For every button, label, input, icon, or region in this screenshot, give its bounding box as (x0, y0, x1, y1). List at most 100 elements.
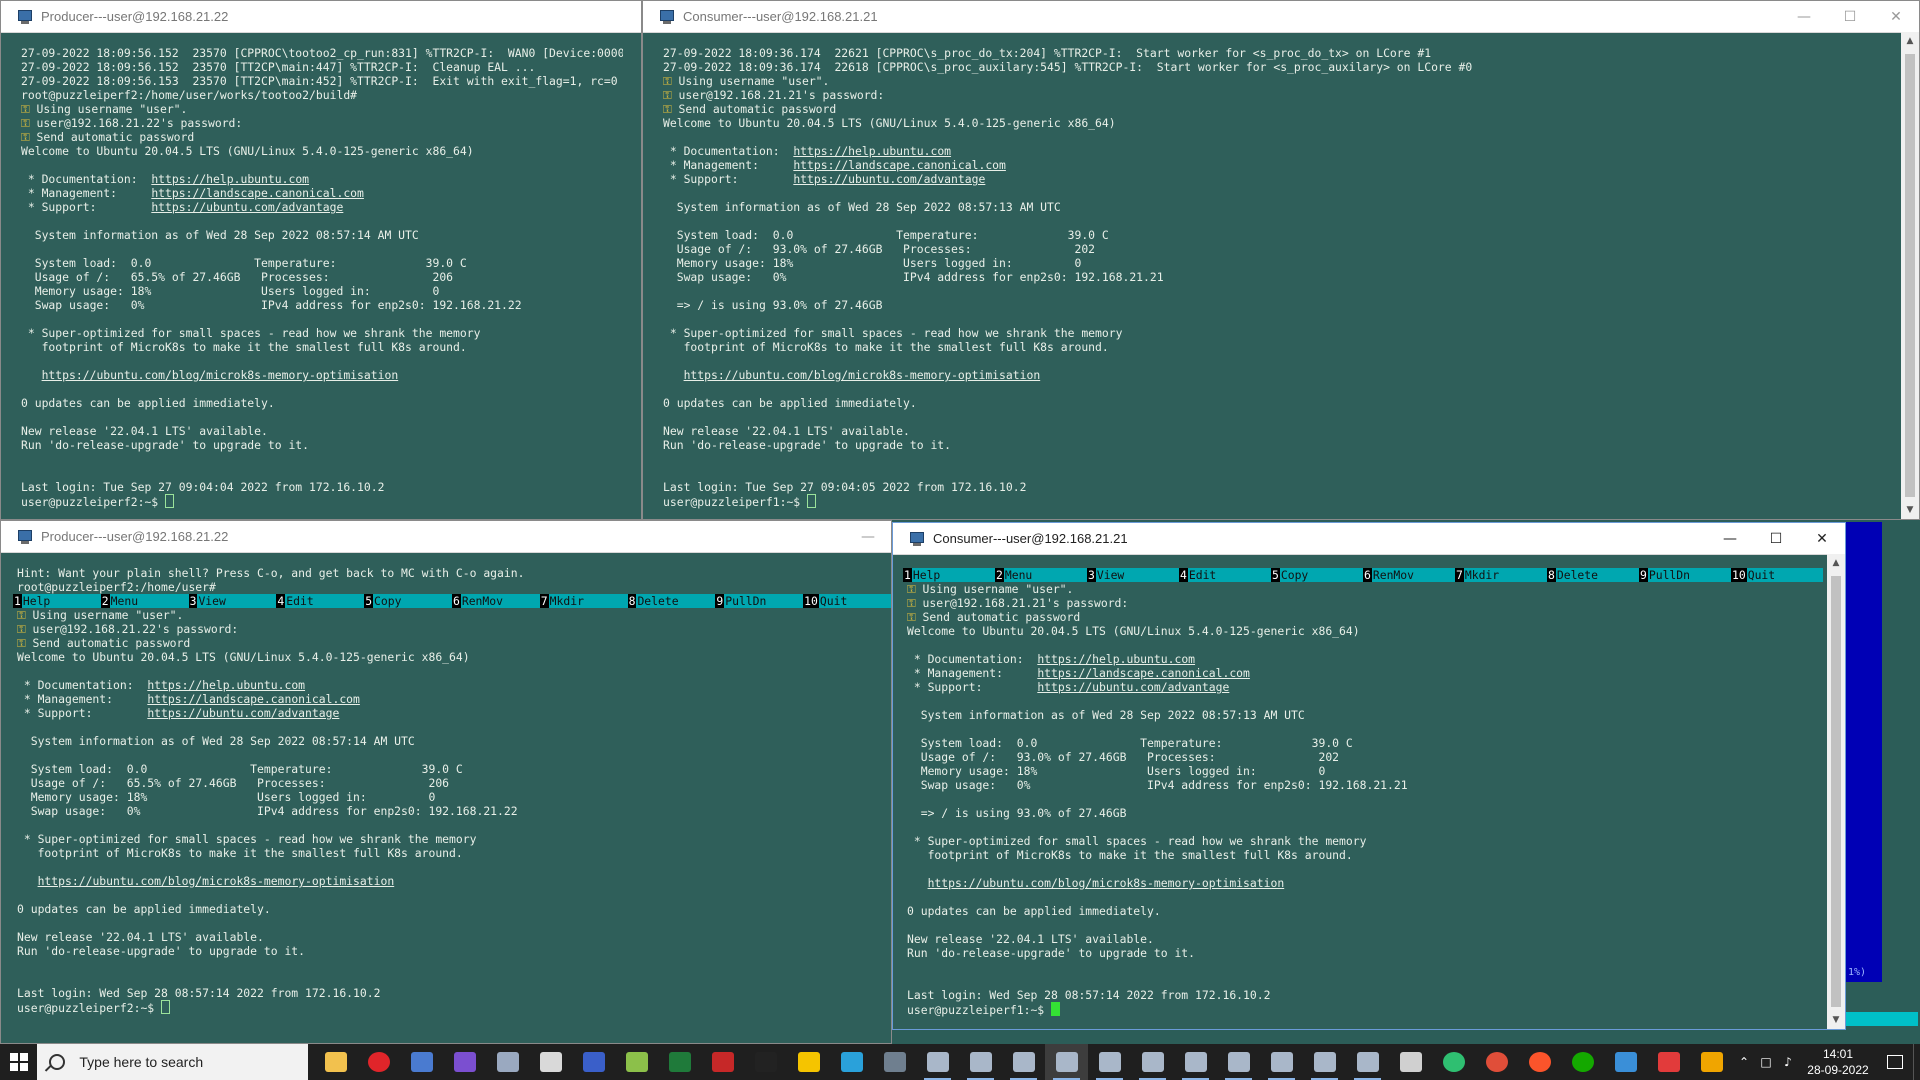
terminal-link[interactable]: https://landscape.canonical.com (1037, 666, 1250, 680)
mc-key-renmov[interactable]: 6 RenMov (1363, 568, 1455, 582)
vertical-scrollbar[interactable]: ▲ ▼ (1827, 554, 1845, 1029)
telegram-taskbar-button[interactable] (830, 1044, 873, 1080)
putty-taskbar-button[interactable] (1260, 1044, 1303, 1080)
network-tool-taskbar-button[interactable] (400, 1044, 443, 1080)
mc-key-mkdir[interactable]: 7 Mkdir (1455, 568, 1547, 582)
putty-taskbar-button[interactable] (916, 1044, 959, 1080)
scroll-up-arrow-icon[interactable]: ▲ (1901, 32, 1919, 50)
putty-taskbar-button[interactable] (1131, 1044, 1174, 1080)
scroll-down-arrow-icon[interactable]: ▼ (1901, 501, 1919, 519)
mc-key-edit[interactable]: 4 Edit (1179, 568, 1271, 582)
remote-tool-taskbar-button[interactable] (486, 1044, 529, 1080)
terminal-link[interactable]: https://landscape.canonical.com (793, 158, 1006, 172)
mc-key-view[interactable]: 3 View (188, 594, 277, 608)
mc-key-mkdir[interactable]: 7 Mkdir (539, 594, 628, 608)
terminal-output[interactable]: 27-09-2022 18:09:56.152 23570 [CPPROC\to… (1, 32, 623, 519)
network-icon[interactable]: □ (1755, 1055, 1777, 1069)
mc-key-menu[interactable]: 2 Menu (995, 568, 1087, 582)
filezilla-taskbar-button[interactable] (701, 1044, 744, 1080)
terminal-output[interactable]: 1 Help 2 Menu 3 View 4 Edit 5 Copy 6 RenMov 7 Mkdir 8 D… (893, 554, 1827, 1029)
show-hidden-icons-chevron-icon[interactable]: ⌃ (1733, 1055, 1755, 1069)
minimize-button[interactable]: — (1781, 1, 1827, 32)
vertical-scrollbar[interactable]: ▲ ▼ (1901, 32, 1919, 519)
terminal-link[interactable]: https://landscape.canonical.com (151, 186, 364, 200)
maximize-button[interactable]: ☐ (1827, 1, 1873, 32)
close-button[interactable]: ✕ (1799, 523, 1845, 554)
putty-taskbar-button[interactable] (1174, 1044, 1217, 1080)
file-explorer-taskbar-button[interactable] (314, 1044, 357, 1080)
putty-taskbar-button[interactable] (1088, 1044, 1131, 1080)
title-bar[interactable]: Producer---user@192.168.21.22 — (1, 521, 891, 553)
remote-desktop-taskbar-button[interactable] (1604, 1044, 1647, 1080)
window-app-taskbar-button[interactable] (1690, 1044, 1733, 1080)
terminal-taskbar-button[interactable] (744, 1044, 787, 1080)
terminal-output[interactable]: 27-09-2022 18:09:36.174 22621 [CPPROC\s_… (643, 32, 1901, 519)
notification-center-button[interactable] (1877, 1044, 1913, 1080)
terminal-link[interactable]: https://ubuntu.com/blog/microk8s-memory-… (928, 876, 1285, 890)
clock[interactable]: 14:01 28-09-2022 (1799, 1046, 1877, 1078)
terminal-link[interactable]: https://ubuntu.com/advantage (793, 172, 985, 186)
git-taskbar-button[interactable] (1475, 1044, 1518, 1080)
document-app-taskbar-button[interactable] (1389, 1044, 1432, 1080)
title-bar[interactable]: Producer---user@192.168.21.22 (1, 1, 641, 33)
sync-app-taskbar-button[interactable] (1432, 1044, 1475, 1080)
terminal-link[interactable]: https://help.ubuntu.com (147, 678, 305, 692)
mc-key-help[interactable]: 1 Help (13, 594, 101, 608)
mc-key-copy[interactable]: 5 Copy (1271, 568, 1363, 582)
close-button[interactable]: ✕ (1873, 1, 1919, 32)
mc-key-renmov[interactable]: 6 RenMov (451, 594, 540, 608)
opera-taskbar-button[interactable] (357, 1044, 400, 1080)
title-bar[interactable]: Consumer---user@192.168.21.21 — ☐ ✕ (893, 523, 1845, 555)
terminal-link[interactable]: https://ubuntu.com/advantage (147, 706, 339, 720)
upwork-taskbar-button[interactable] (1561, 1044, 1604, 1080)
visual-studio-taskbar-button[interactable] (443, 1044, 486, 1080)
mc-key-pulldn[interactable]: 9 PullDn (715, 594, 804, 608)
mc-key-delete[interactable]: 8 Delete (1547, 568, 1639, 582)
minimize-button[interactable]: — (1707, 523, 1753, 554)
putty-taskbar-button[interactable] (1303, 1044, 1346, 1080)
save-app-taskbar-button[interactable] (572, 1044, 615, 1080)
putty-taskbar-button[interactable] (1217, 1044, 1260, 1080)
terminal-link[interactable]: https://help.ubuntu.com (151, 172, 309, 186)
mc-key-delete[interactable]: 8 Delete (627, 594, 716, 608)
mc-key-pulldn[interactable]: 9 PullDn (1639, 568, 1731, 582)
maximize-button[interactable]: ☐ (1753, 523, 1799, 554)
brave-taskbar-button[interactable] (1518, 1044, 1561, 1080)
mc-key-quit[interactable]: 10 Quit (803, 594, 891, 608)
scroll-down-arrow-icon[interactable]: ▼ (1827, 1011, 1845, 1029)
scroll-thumb[interactable] (1831, 576, 1841, 1007)
producer-window-bottom[interactable]: Producer---user@192.168.21.22 — Hint: Wa… (0, 520, 892, 1044)
mc-key-quit[interactable]: 10 Quit (1731, 568, 1823, 582)
clock-app-taskbar-button[interactable] (529, 1044, 572, 1080)
putty-taskbar-button[interactable] (1002, 1044, 1045, 1080)
taskbar-search-box[interactable]: Type here to search (37, 1044, 308, 1080)
terminal-link[interactable]: https://help.ubuntu.com (793, 144, 951, 158)
mc-key-menu[interactable]: 2 Menu (100, 594, 189, 608)
terminal-output[interactable]: Hint: Want your plain shell? Press C-o, … (1, 552, 891, 1043)
terminal-link[interactable]: https://landscape.canonical.com (147, 692, 360, 706)
consumer-window-bottom[interactable]: Consumer---user@192.168.21.21 — ☐ ✕ 1 Hel… (892, 522, 1846, 1030)
show-desktop-button[interactable] (1913, 1044, 1920, 1080)
minimize-button[interactable]: — (845, 521, 891, 552)
consumer-window-top[interactable]: Consumer---user@192.168.21.21 — ☐ ✕ 27-0… (642, 0, 1920, 520)
terminal-link[interactable]: https://ubuntu.com/advantage (1037, 680, 1229, 694)
putty-taskbar-button[interactable] (1346, 1044, 1389, 1080)
terminal-link[interactable]: https://help.ubuntu.com (1037, 652, 1195, 666)
excel-taskbar-button[interactable] (658, 1044, 701, 1080)
terminal-link[interactable]: https://ubuntu.com/advantage (151, 200, 343, 214)
notepadpp-taskbar-button[interactable] (615, 1044, 658, 1080)
screen-capture-taskbar-button[interactable] (1647, 1044, 1690, 1080)
folder-app-taskbar-button[interactable] (787, 1044, 830, 1080)
producer-window-top[interactable]: Producer---user@192.168.21.22 27-09-2022… (0, 0, 642, 520)
mc-key-view[interactable]: 3 View (1087, 568, 1179, 582)
terminal-link[interactable]: https://ubuntu.com/blog/microk8s-memory-… (684, 368, 1041, 382)
terminal-link[interactable]: https://ubuntu.com/blog/microk8s-memory-… (38, 874, 395, 888)
chat-app-taskbar-button[interactable] (873, 1044, 916, 1080)
mc-key-copy[interactable]: 5 Copy (364, 594, 452, 608)
mc-key-help[interactable]: 1 Help (903, 568, 995, 582)
scroll-thumb[interactable] (1905, 54, 1915, 497)
start-button[interactable] (0, 1044, 37, 1080)
title-bar[interactable]: Consumer---user@192.168.21.21 — ☐ ✕ (643, 1, 1919, 33)
terminal-link[interactable]: https://ubuntu.com/blog/microk8s-memory-… (42, 368, 399, 382)
scroll-up-arrow-icon[interactable]: ▲ (1827, 554, 1845, 572)
